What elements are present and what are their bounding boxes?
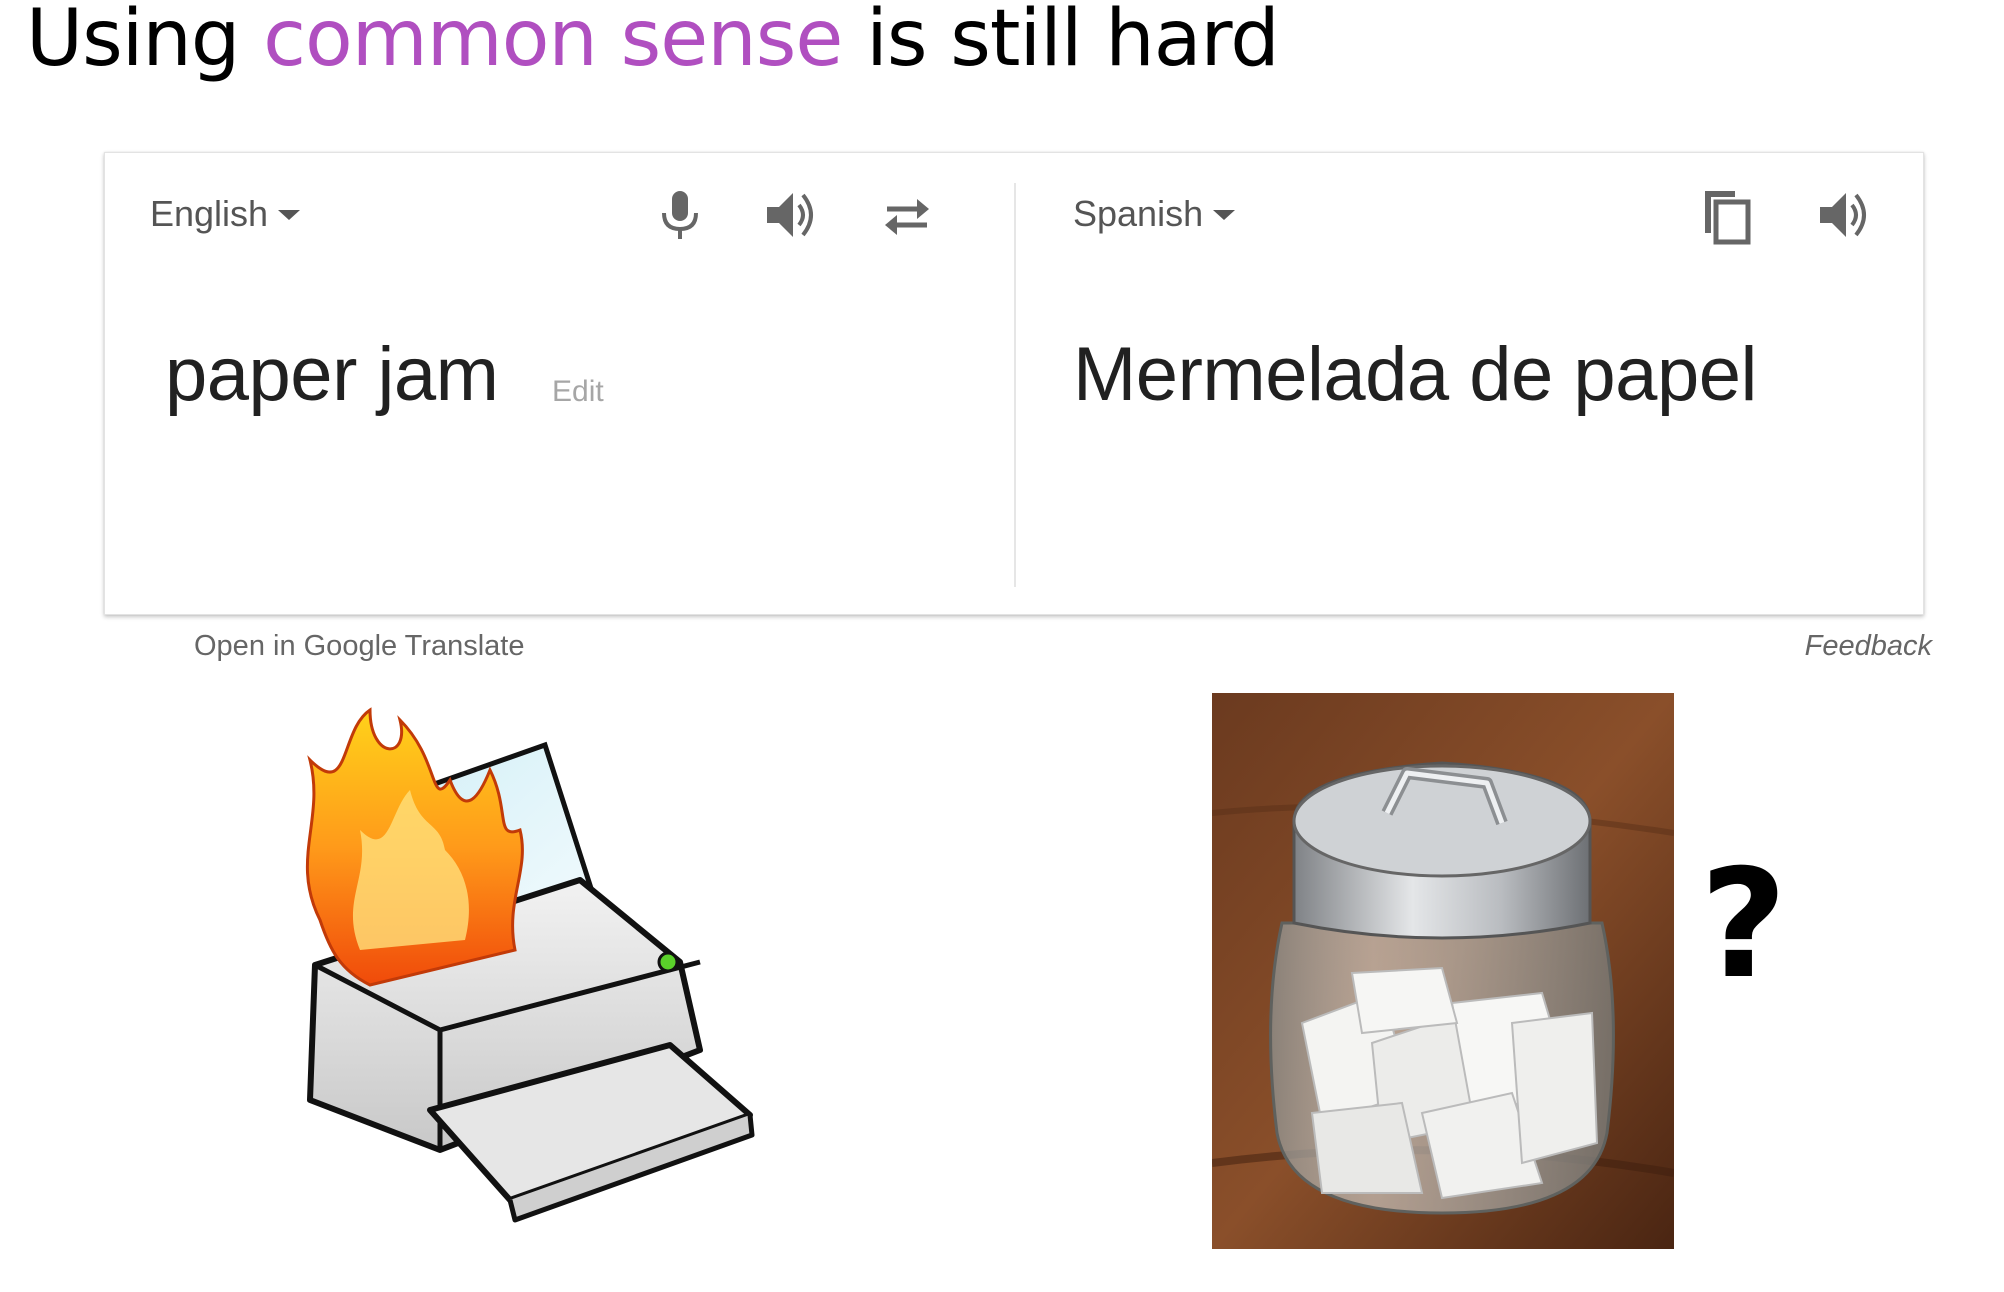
title-highlight: common sense (263, 0, 843, 84)
panel-divider (1014, 183, 1016, 587)
open-in-google-translate-link[interactable]: Open in Google Translate (194, 630, 524, 663)
source-language-label: English (150, 193, 269, 234)
chevron-down-icon (1213, 210, 1236, 220)
swap-icon-graphic (885, 199, 929, 235)
speaker-icon-graphic (1820, 193, 1866, 237)
translate-widget: English paper jam Edit Spanish Mermelada… (104, 152, 1924, 615)
slide-title: Using common sense is still hard (26, 0, 1280, 84)
microphone-icon[interactable] (648, 183, 712, 247)
target-language-label: Spanish (1073, 193, 1204, 234)
source-text[interactable]: paper jam (165, 331, 499, 418)
swap-languages-icon[interactable] (875, 183, 939, 247)
translated-text: Mermelada de papel (1073, 332, 1757, 417)
target-speaker-icon[interactable] (1812, 183, 1876, 247)
feedback-link[interactable]: Feedback (1805, 630, 1932, 663)
chevron-down-icon (278, 210, 301, 220)
power-light (657, 951, 679, 973)
source-language-select[interactable]: English (150, 193, 301, 235)
copy-icon-graphic (1705, 191, 1751, 245)
speaker-icon[interactable] (759, 183, 823, 247)
jar-of-paper-photo (1212, 693, 1674, 1249)
copy-icon[interactable] (1695, 183, 1759, 247)
speaker-icon-graphic (767, 193, 813, 237)
microphone-icon-graphic (662, 191, 698, 239)
title-prefix: Using (26, 0, 264, 84)
printer-on-fire-illustration (305, 707, 755, 1223)
question-mark: ? (1700, 838, 1788, 1012)
edit-link[interactable]: Edit (552, 375, 604, 409)
title-suffix: is still hard (842, 0, 1280, 84)
target-language-select[interactable]: Spanish (1073, 193, 1236, 235)
